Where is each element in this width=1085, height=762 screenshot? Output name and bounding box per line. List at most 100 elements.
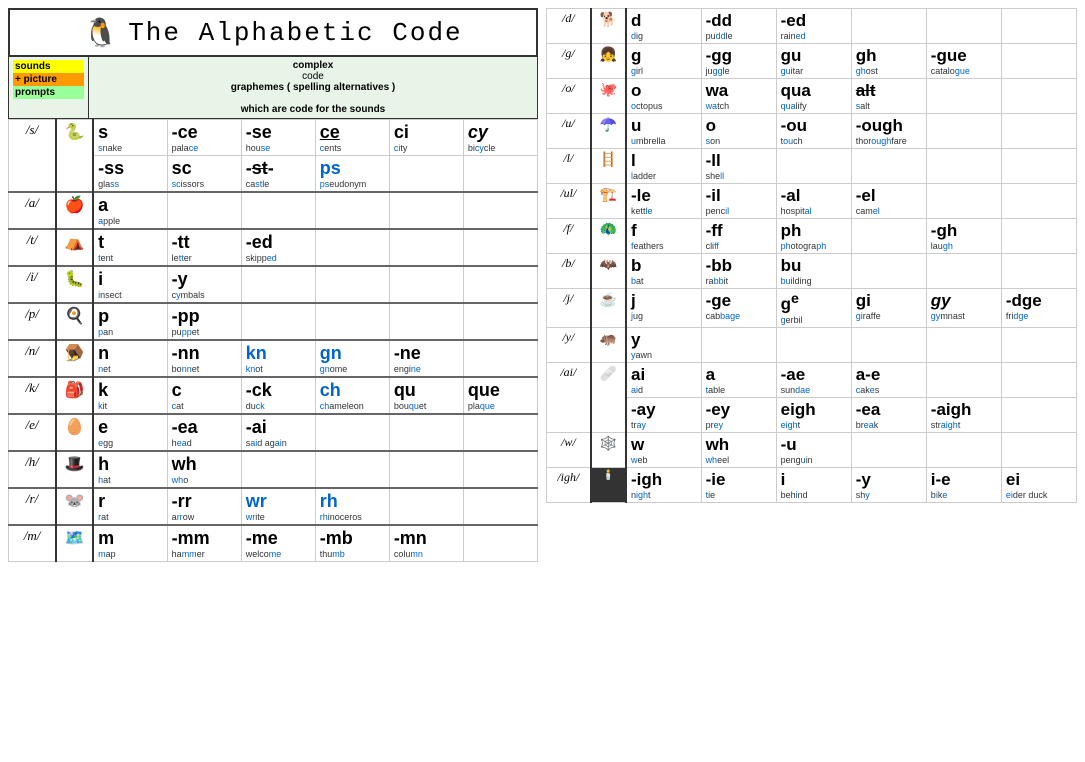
header-graphemes: complex code graphemes ( spelling altern… xyxy=(89,57,537,118)
sounds-label: sounds xyxy=(13,60,84,73)
g-igh: -igh night xyxy=(626,467,701,502)
g-bb: -bb rabbit xyxy=(701,254,776,289)
g-ph: ph photograph xyxy=(776,219,851,254)
table-row: /w/ 🕸️ w web wh wheel -u penguin xyxy=(547,432,1077,467)
grapheme-rh: rh rhinoceros xyxy=(315,488,389,525)
g-qua: qua qualify xyxy=(776,79,851,114)
g-d: d dig xyxy=(626,9,701,44)
sound-g: /g/ xyxy=(547,44,591,79)
grapheme-ed: -ed skipped xyxy=(241,229,315,266)
right-panel: /d/ 🐕 d dig -dd puddle -ed rained /g/ 👧 xyxy=(546,8,1077,754)
sound-cell-h: /h/ xyxy=(9,451,57,488)
grapheme-y-i: -y cymbals xyxy=(167,266,241,303)
table-row: /j/ ☕ j jug -ge cabbage ge gerbil gi gir… xyxy=(547,289,1077,328)
g-ed-d: -ed rained xyxy=(776,9,851,44)
g-ou: -ou touch xyxy=(776,114,851,149)
table-row: /m/ 🗺️ m map -mm hammer -me welcome -mb … xyxy=(9,525,538,562)
table-row: /y/ 🦛 y yawn xyxy=(547,327,1077,362)
g-ie: -ie tie xyxy=(701,467,776,502)
grapheme-ss: -ss glass xyxy=(93,156,167,193)
g-ai: ai aid xyxy=(626,362,701,397)
img-cell-s: 🐍 xyxy=(56,120,93,193)
sound-cell-p: /p/ xyxy=(9,303,57,340)
table-row: /l/ 🪜 l ladder -ll shell xyxy=(547,149,1077,184)
grapheme-nn: -nn bonnet xyxy=(167,340,241,377)
img-cell-p: 🍳 xyxy=(56,303,93,340)
grapheme-p: p pan xyxy=(93,303,167,340)
table-row: /b/ 🦇 b bat -bb rabbit bu building xyxy=(547,254,1077,289)
g-l: l ladder xyxy=(626,149,701,184)
g-ough: -ough thoroughfare xyxy=(851,114,926,149)
table-row: /f/ 🦚 f feathers -ff cliff ph photograph… xyxy=(547,219,1077,254)
header-row: sounds + picture prompts complex code gr… xyxy=(8,57,538,119)
img-cell-n: 🪤 xyxy=(56,340,93,377)
grapheme-i: i insect xyxy=(93,266,167,303)
g-b: b bat xyxy=(626,254,701,289)
grapheme-n: n net xyxy=(93,340,167,377)
g-ie2: i-e bike xyxy=(926,467,1001,502)
sound-f: /f/ xyxy=(547,219,591,254)
grapheme-que: que plaque xyxy=(463,377,537,414)
grapheme-e: e egg xyxy=(93,414,167,451)
g-g: g girl xyxy=(626,44,701,79)
graphemes-label: graphemes ( spelling alternatives ) xyxy=(93,82,533,93)
grapheme-h: h hat xyxy=(93,451,167,488)
img-f: 🦚 xyxy=(591,219,626,254)
right-table: /d/ 🐕 d dig -dd puddle -ed rained /g/ 👧 xyxy=(546,8,1077,503)
table-row: /t/ ⛺ t tent -tt letter -ed skipped xyxy=(9,229,538,266)
g-j: j jug xyxy=(626,289,701,328)
g-ey: -ey prey xyxy=(701,397,776,432)
g-il: -il pencil xyxy=(701,184,776,219)
grapheme-ch: ch chameleon xyxy=(315,377,389,414)
picture-label: + picture xyxy=(13,73,84,86)
g-u-w: -u penguin xyxy=(776,432,851,467)
sound-cell-s: /s/ xyxy=(9,120,57,193)
g-al: -al hospital xyxy=(776,184,851,219)
g-ay: -ay tray xyxy=(626,397,701,432)
g-ge2: ge gerbil xyxy=(776,289,851,328)
sound-cell-a: /a/ xyxy=(9,192,57,229)
table-row: -ay tray -ey prey eigh eight -ea break -… xyxy=(547,397,1077,432)
table-row: /s/ 🐍 s snake -ce palace -se house ce ce… xyxy=(9,120,538,156)
g-ae: -ae sundae xyxy=(776,362,851,397)
sound-ul: /ul/ xyxy=(547,184,591,219)
img-cell-k: 🎒 xyxy=(56,377,93,414)
table-row: /e/ 🥚 e egg -ea head -ai said again xyxy=(9,414,538,451)
grapheme-kn: kn knot xyxy=(241,340,315,377)
sound-cell-i: /i/ xyxy=(9,266,57,303)
table-row: /h/ 🎩 h hat wh who xyxy=(9,451,538,488)
g-bu: bu building xyxy=(776,254,851,289)
g-gue: -gue catalogue xyxy=(926,44,1001,79)
img-cell-m: 🗺️ xyxy=(56,525,93,562)
grapheme-me: -me welcome xyxy=(241,525,315,562)
g-le: -le kettle xyxy=(626,184,701,219)
grapheme-ck: -ck duck xyxy=(241,377,315,414)
table-row: /n/ 🪤 n net -nn bonnet kn knot gn gnome … xyxy=(9,340,538,377)
g-gy: gy gymnast xyxy=(926,289,1001,328)
table-row: /o/ 🐙 o octopus wa watch qua qualify alt… xyxy=(547,79,1077,114)
img-b: 🦇 xyxy=(591,254,626,289)
grapheme-mn: -mn column xyxy=(389,525,463,562)
grapheme-ce2: ce cents xyxy=(315,120,389,156)
grapheme-mb: -mb thumb xyxy=(315,525,389,562)
grapheme-ci: ci city xyxy=(389,120,463,156)
g-eigh: eigh eight xyxy=(776,397,851,432)
table-row: /g/ 👧 g girl -gg juggle gu guitar gh gho… xyxy=(547,44,1077,79)
grapheme-ce: -ce palace xyxy=(167,120,241,156)
sound-w: /w/ xyxy=(547,432,591,467)
sound-o: /o/ xyxy=(547,79,591,114)
g-gh-f: -gh laugh xyxy=(926,219,1001,254)
g-dd: -dd puddle xyxy=(701,9,776,44)
grapheme-ps: ps pseudonym xyxy=(315,156,389,193)
grapheme-s: s snake xyxy=(93,120,167,156)
table-row: /p/ 🍳 p pan -pp puppet xyxy=(9,303,538,340)
sound-cell-e: /e/ xyxy=(9,414,57,451)
sound-cell-n: /n/ xyxy=(9,340,57,377)
g-o-u: o son xyxy=(701,114,776,149)
which-label: which are code for the sounds xyxy=(93,104,533,115)
g-a-ai: a table xyxy=(701,362,776,397)
g-w: w web xyxy=(626,432,701,467)
g-y-igh: -y shy xyxy=(851,467,926,502)
img-j: ☕ xyxy=(591,289,626,328)
img-g: 👧 xyxy=(591,44,626,79)
